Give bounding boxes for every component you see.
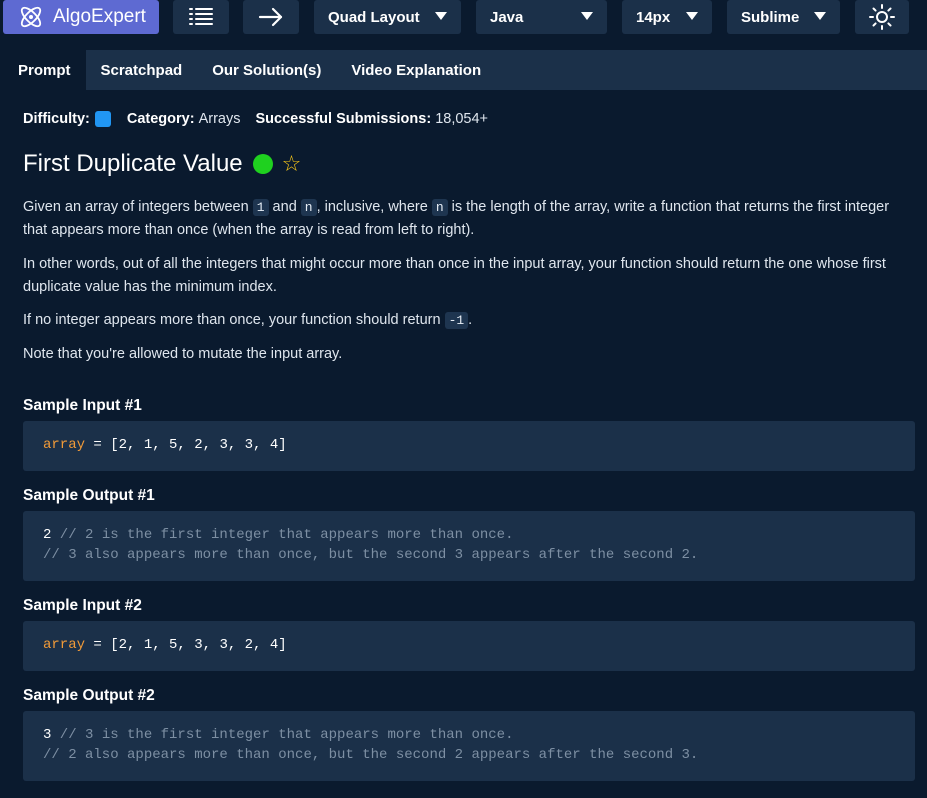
list-icon [189, 8, 213, 25]
chevron-down-icon [814, 12, 826, 20]
code-comment: // 2 is the first integer that appears m… [51, 527, 514, 543]
tab-our-solutions[interactable]: Our Solution(s) [197, 50, 336, 90]
inline-code: -1 [444, 312, 469, 329]
problem-list-button[interactable] [173, 0, 229, 34]
algoexpert-logo[interactable]: AlgoExpert [3, 0, 159, 34]
prompt-paragraph-1: Given an array of integers between 1 and… [23, 196, 907, 242]
problem-meta: Difficulty: Category: Arrays Successful … [23, 111, 488, 127]
language-dropdown[interactable]: Java [476, 0, 607, 34]
difficulty-label: Difficulty: [23, 111, 90, 127]
code-comment: // 3 is the first integer that appears m… [51, 727, 514, 743]
text: , inclusive, where [316, 199, 432, 215]
sun-icon [869, 4, 895, 30]
prompt-paragraph-4: Note that you're allowed to mutate the i… [23, 346, 343, 362]
code-text: = [2, 1, 5, 2, 3, 3, 4] [85, 437, 287, 453]
completed-status-dot [252, 154, 273, 174]
submissions-value: 18,054+ [435, 111, 489, 127]
code-variable: array [43, 437, 86, 453]
tab-prompt[interactable]: Prompt [3, 50, 86, 90]
inline-code: n [431, 199, 448, 216]
star-icon[interactable]: ☆ [282, 151, 302, 177]
code-comment: // 3 also appears more than once, but th… [43, 547, 699, 563]
text: Given an array of integers between [23, 199, 253, 215]
arrow-right-icon [258, 7, 283, 27]
sample-input-2-heading: Sample Input #2 [23, 597, 142, 614]
inline-code: n [300, 199, 317, 216]
chevron-down-icon [581, 12, 593, 20]
next-question-button[interactable] [243, 0, 299, 34]
prompt-paragraph-3: If no integer appears more than once, yo… [23, 309, 907, 332]
problem-title: First Duplicate Value [23, 150, 243, 177]
chevron-down-icon [435, 12, 447, 20]
tab-scratchpad[interactable]: Scratchpad [86, 50, 198, 90]
code-comment: // 2 also appears more than once, but th… [43, 747, 699, 763]
inline-code: 1 [252, 199, 269, 216]
submissions-label: Successful Submissions: [255, 111, 432, 127]
sample-input-2-code: array = [2, 1, 5, 3, 3, 2, 4] [23, 621, 915, 671]
sample-output-1-code: 2 // 2 is the first integer that appears… [23, 511, 915, 581]
prompt-panel: Difficulty: Category: Arrays Successful … [3, 90, 927, 798]
layout-label: Quad Layout [328, 8, 420, 26]
language-label: Java [490, 8, 524, 26]
sample-input-1-heading: Sample Input #1 [23, 397, 142, 414]
code-text: = [2, 1, 5, 3, 3, 2, 4] [85, 637, 287, 653]
text: . [468, 312, 473, 328]
sample-input-1-code: array = [2, 1, 5, 2, 3, 3, 4] [23, 421, 915, 471]
sample-output-2-code: 3 // 3 is the first integer that appears… [23, 711, 915, 781]
tab-video-explanation[interactable]: Video Explanation [336, 50, 496, 90]
category-value: Arrays [198, 111, 241, 127]
sample-output-2-heading: Sample Output #2 [23, 687, 155, 704]
category-label: Category: [126, 111, 195, 127]
font-size-dropdown[interactable]: 14px [622, 0, 712, 34]
algoexpert-logo-icon [20, 6, 42, 28]
code-variable: array [43, 637, 86, 653]
top-toolbar: AlgoExpert Quad Layout Java 14px Sublime [0, 0, 927, 38]
difficulty-indicator [94, 111, 111, 127]
logo-text: AlgoExpert [53, 6, 146, 27]
text: If no integer appears more than once, yo… [23, 312, 445, 328]
theme-toggle-button[interactable] [855, 0, 909, 34]
prompt-tabs: Prompt Scratchpad Our Solution(s) Video … [3, 50, 927, 90]
font-size-label: 14px [636, 8, 671, 26]
text: and [268, 199, 301, 215]
keymap-dropdown[interactable]: Sublime [727, 0, 840, 34]
chevron-down-icon [686, 12, 698, 20]
problem-title-row: First Duplicate Value ☆ [23, 150, 301, 178]
sample-output-1-heading: Sample Output #1 [23, 487, 155, 504]
layout-dropdown[interactable]: Quad Layout [314, 0, 461, 34]
prompt-paragraph-2: In other words, out of all the integers … [23, 256, 886, 295]
keymap-label: Sublime [741, 8, 800, 26]
